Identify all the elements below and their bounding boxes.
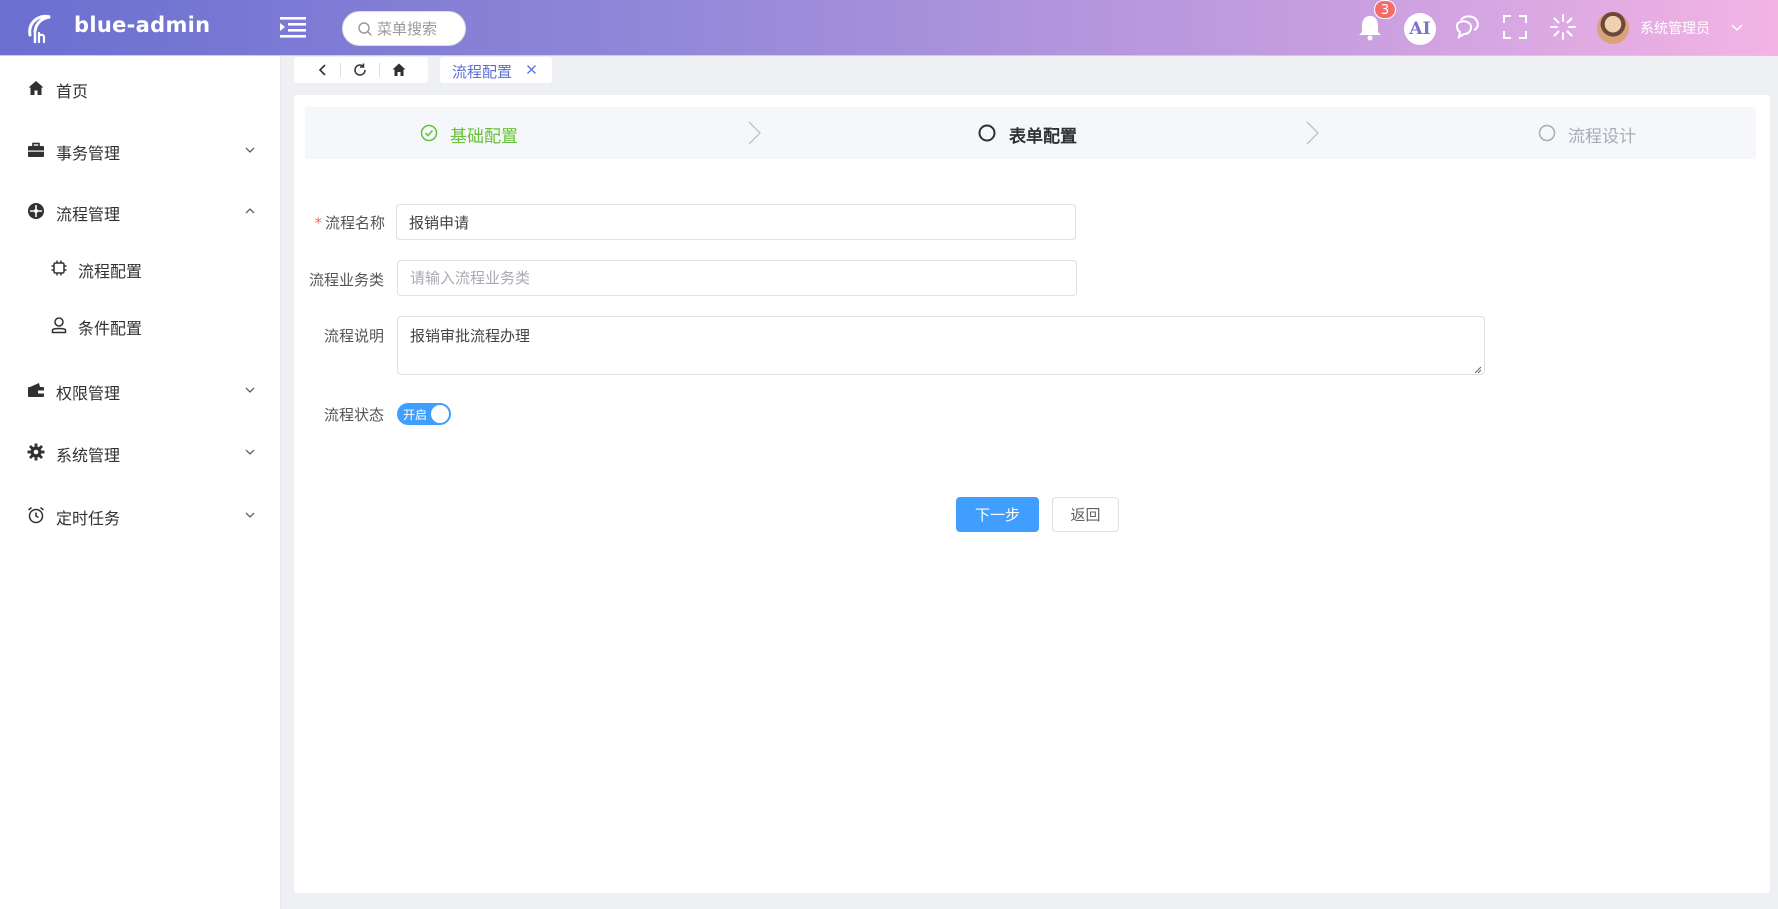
sidebar-item-permission[interactable]: 权限管理 — [0, 370, 280, 410]
logo-icon — [28, 14, 51, 44]
process-name-input[interactable] — [396, 204, 1076, 240]
sidebar-item-label: 系统管理 — [56, 446, 121, 465]
sidebar-item-label: 流程管理 — [56, 205, 121, 224]
chevron-down-icon — [245, 512, 255, 518]
gear-icon — [27, 443, 45, 461]
tab-nav-controls — [294, 57, 428, 83]
step-form-config: 表单配置 — [845, 107, 1265, 159]
process-description-label: 流程说明 — [323, 327, 384, 345]
sidebar-item-process-mgmt[interactable]: 流程管理 — [0, 191, 280, 231]
sidebar-item-label: 定时任务 — [56, 509, 121, 528]
search-icon — [358, 22, 372, 36]
process-description-textarea[interactable]: 报销审批流程办理 — [397, 316, 1485, 375]
back-arrow-icon[interactable] — [315, 62, 331, 78]
sidebar-item-label: 首页 — [56, 82, 89, 101]
chevron-down-icon — [245, 449, 255, 455]
process-name-label: * 流程名称 — [314, 214, 385, 232]
step-process-design: 流程设计 — [1405, 107, 1745, 159]
resize-handle-icon[interactable] — [1472, 364, 1482, 374]
steps-bar: 基础配置 表单配置 流程设计 — [305, 107, 1756, 159]
process-category-label: 流程业务类 — [308, 271, 384, 289]
tab-label: 流程配置 — [452, 63, 513, 81]
process-icon — [28, 203, 44, 219]
notification-badge: 3 — [1374, 0, 1396, 19]
top-header: blue-admin 3 AI 系统管理员 — [0, 0, 1778, 56]
sidebar-item-home[interactable]: 首页 — [0, 68, 280, 108]
loading-spinner-icon[interactable] — [1548, 12, 1578, 42]
step-label: 流程设计 — [1568, 127, 1636, 147]
process-status-label: 流程状态 — [323, 406, 384, 424]
sidebar-item-process-config[interactable]: 流程配置 — [0, 248, 280, 288]
user-icon — [51, 317, 67, 334]
refresh-icon[interactable] — [352, 62, 368, 78]
home-icon — [28, 81, 44, 95]
required-mark: * — [314, 214, 322, 232]
divider — [379, 63, 380, 77]
fullscreen-icon[interactable] — [1500, 12, 1530, 42]
ai-assistant-button[interactable]: AI — [1404, 13, 1436, 45]
chevron-up-icon — [245, 208, 255, 214]
search-input[interactable] — [377, 19, 461, 39]
step-arrow-icon — [748, 121, 761, 145]
wallet-icon — [28, 383, 44, 397]
divider — [340, 63, 341, 77]
check-circle-icon — [420, 124, 438, 142]
sidebar-item-affairs[interactable]: 事务管理 — [0, 130, 280, 170]
sidebar-item-label: 条件配置 — [78, 319, 143, 338]
sidebar-item-label: 权限管理 — [56, 384, 121, 403]
sidebar-item-label: 流程配置 — [78, 262, 143, 281]
switch-label: 开启 — [403, 408, 428, 422]
app-name: blue-admin — [74, 13, 211, 37]
process-category-input[interactable] — [397, 260, 1077, 296]
close-icon[interactable] — [526, 64, 537, 75]
sidebar-item-label: 事务管理 — [56, 144, 121, 163]
step-arrow-icon — [1306, 121, 1319, 145]
alarm-clock-icon — [28, 506, 44, 524]
step-label: 基础配置 — [450, 127, 518, 147]
circle-icon — [978, 124, 996, 142]
step-label: 表单配置 — [1009, 127, 1077, 147]
sidebar-item-condition-config[interactable]: 条件配置 — [0, 305, 280, 345]
tab-process-config[interactable]: 流程配置 — [440, 57, 552, 83]
chevron-down-icon — [245, 147, 255, 153]
chevron-down-icon — [245, 387, 255, 393]
next-step-button[interactable]: 下一步 — [956, 497, 1039, 532]
circle-icon — [1538, 124, 1556, 142]
chat-icon[interactable] — [1452, 12, 1482, 42]
briefcase-icon — [28, 142, 44, 157]
username[interactable]: 系统管理员 — [1640, 18, 1710, 38]
sidebar-item-system[interactable]: 系统管理 — [0, 432, 280, 472]
switch-knob — [431, 405, 449, 423]
chip-icon — [51, 260, 67, 276]
menu-collapse-icon[interactable] — [280, 16, 306, 38]
chevron-down-icon[interactable] — [1730, 20, 1744, 34]
step-basic-config: 基础配置 — [305, 107, 725, 159]
avatar[interactable] — [1597, 12, 1629, 44]
sidebar: 首页 事务管理 流程管理 流程配置 条件配置 权限管理 系统管理 定时任务 — [0, 56, 281, 909]
sidebar-item-scheduled-tasks[interactable]: 定时任务 — [0, 495, 280, 535]
menu-search[interactable] — [342, 11, 466, 46]
back-button[interactable]: 返回 — [1052, 497, 1119, 532]
home-icon[interactable] — [391, 62, 407, 78]
process-status-switch[interactable]: 开启 — [397, 403, 451, 425]
